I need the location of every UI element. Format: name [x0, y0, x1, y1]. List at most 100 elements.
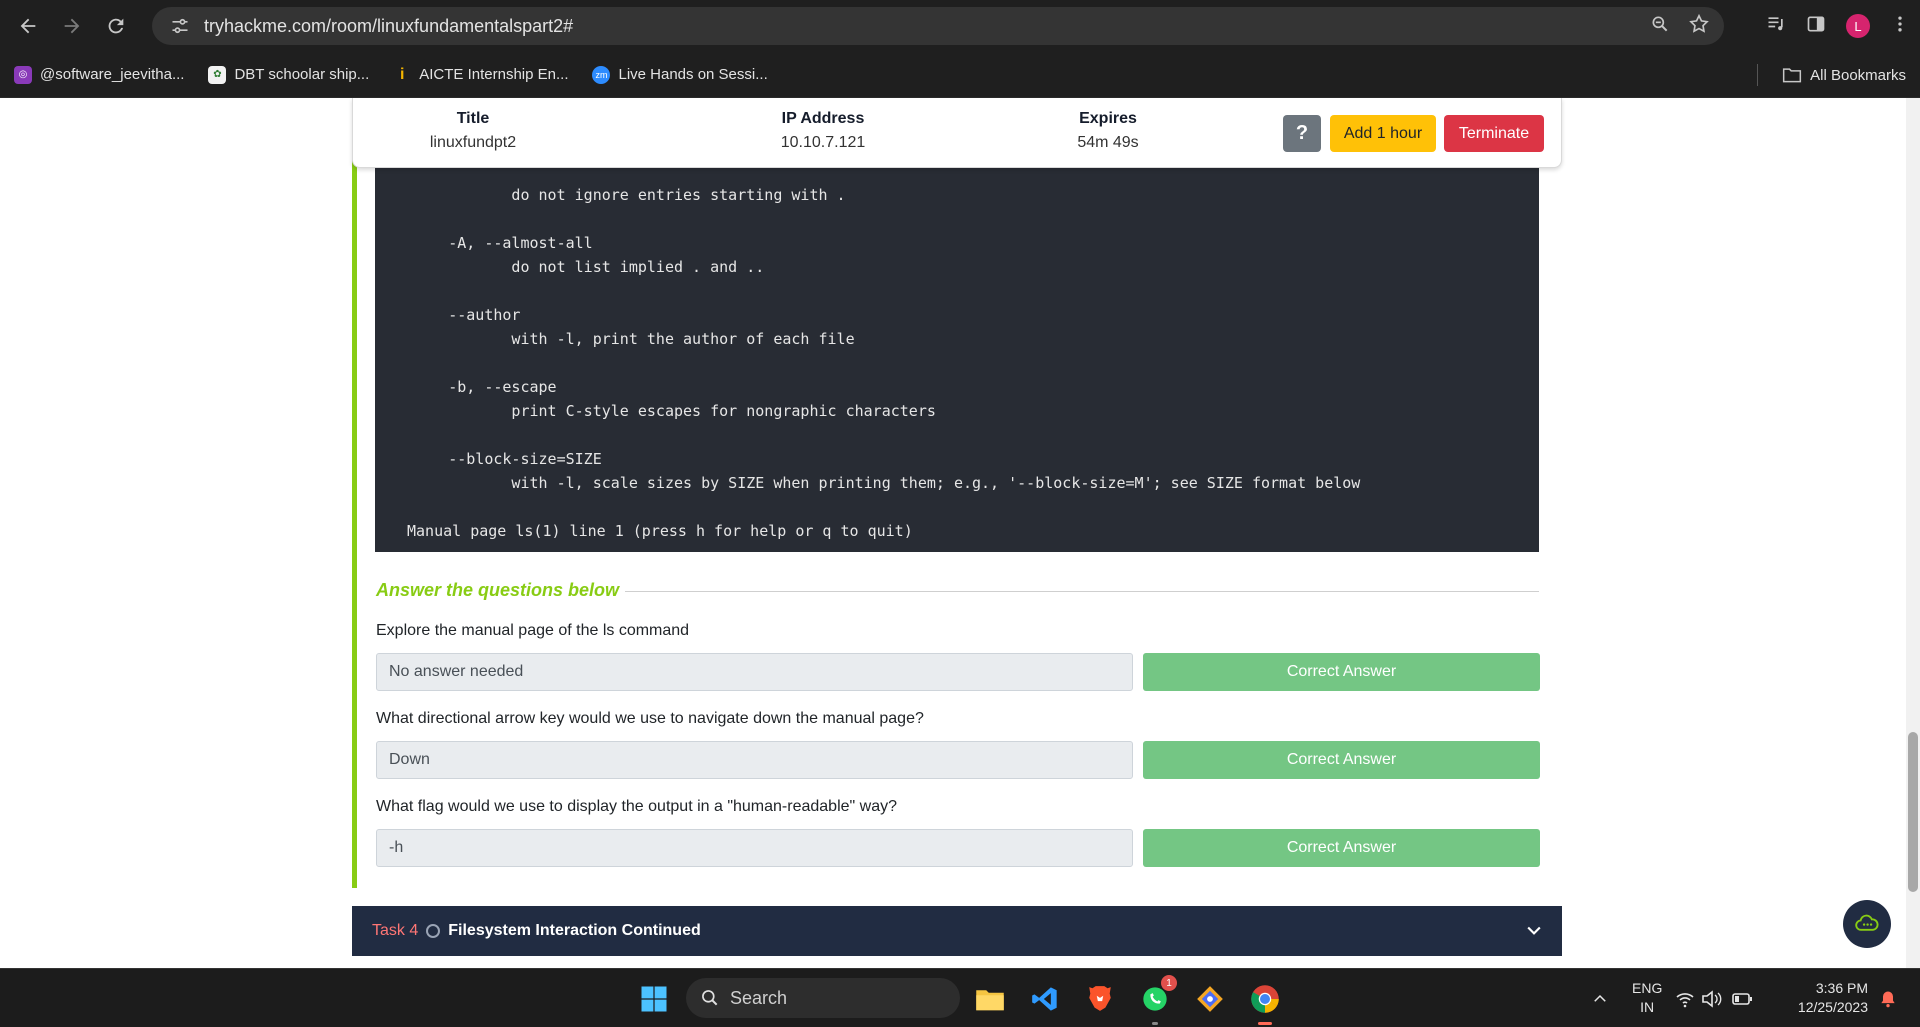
page-scrollbar[interactable] — [1906, 98, 1920, 968]
task-header-collapsed[interactable]: Task 4 Filesystem Interaction Continued — [352, 906, 1562, 956]
task-title: Filesystem Interaction Continued — [448, 922, 701, 939]
page-content: do not ignore entries starting with . -A… — [0, 98, 1920, 968]
terminal-line: print C-style escapes for nongraphic cha… — [385, 402, 936, 420]
running-indicator — [1152, 1022, 1158, 1025]
terminal-line: with -l, print the author of each file — [385, 330, 855, 348]
brave-browser-icon[interactable] — [1080, 979, 1120, 1019]
chat-button[interactable] — [1843, 900, 1891, 948]
terminal-line: with -l, scale sizes by SIZE when printi… — [385, 474, 1361, 492]
terminate-button[interactable]: Terminate — [1444, 115, 1544, 152]
instagram-icon: ◎ — [14, 65, 32, 84]
aicte-icon: i — [400, 65, 405, 83]
machine-title: Title linuxfundpt2 — [413, 110, 533, 152]
bookmarks-bar: ◎ @software_jeevitha... ✿ DBT schoolar s… — [0, 52, 1920, 98]
question-text: What flag would we use to display the ou… — [376, 798, 897, 815]
add-hour-button[interactable]: Add 1 hour — [1330, 115, 1436, 152]
chevron-down-icon[interactable] — [1524, 920, 1544, 945]
windows-taskbar: Search 1 ENG IN 3:36 PM 12/25/2023 — [0, 968, 1920, 1027]
zoom-icon: zm — [592, 65, 611, 84]
notification-badge: 1 — [1161, 975, 1177, 991]
divider — [1757, 64, 1758, 86]
title-value: linuxfundpt2 — [429, 134, 517, 151]
correct-answer-button[interactable]: Correct Answer — [1143, 741, 1540, 779]
time-text: 3:36 PM — [1815, 980, 1868, 996]
file-explorer-icon[interactable] — [970, 979, 1010, 1019]
terminal-line: do not ignore entries starting with . — [385, 186, 846, 204]
bookmark-item[interactable]: ◎ @software_jeevitha... — [14, 65, 185, 84]
machine-ip: IP Address 10.10.7.121 — [753, 110, 893, 152]
bookmark-star-icon[interactable] — [1688, 13, 1710, 40]
all-bookmarks-label: All Bookmarks — [1810, 66, 1906, 84]
bookmark-item[interactable]: i AICTE Internship En... — [393, 66, 568, 84]
expires-value: 54m 49s — [1077, 134, 1139, 151]
bookmark-label: Live Hands on Sessi... — [618, 66, 768, 83]
title-header: Title — [456, 110, 490, 127]
site-settings-icon[interactable] — [162, 16, 198, 36]
bookmark-label: @software_jeevitha... — [40, 66, 185, 83]
bookmark-label: AICTE Internship En... — [419, 66, 569, 83]
region-code: IN — [1640, 999, 1655, 1015]
address-bar[interactable]: tryhackme.com/room/linuxfundamentalspart… — [152, 7, 1724, 45]
emblem-icon: ✿ — [208, 65, 227, 84]
chrome-icon[interactable] — [1245, 979, 1285, 1025]
answer-heading: Answer the questions below — [376, 580, 620, 600]
search-icon — [702, 990, 718, 1006]
answer-field[interactable]: No answer needed — [376, 653, 1133, 691]
git-app-icon[interactable] — [1190, 979, 1230, 1019]
machine-expires: Expires 54m 49s — [1048, 110, 1168, 152]
folder-icon — [1783, 68, 1802, 83]
terminal-output: do not ignore entries starting with . -A… — [375, 158, 1539, 552]
profile-avatar[interactable]: L — [1846, 14, 1870, 38]
url-text[interactable]: tryhackme.com/room/linuxfundamentalspart… — [204, 16, 573, 37]
answer-field[interactable]: -h — [376, 829, 1133, 867]
divider — [625, 591, 1539, 592]
answer-field[interactable]: Down — [376, 741, 1133, 779]
correct-answer-button[interactable]: Correct Answer — [1143, 829, 1540, 867]
expires-header: Expires — [1079, 110, 1137, 127]
question-text: What directional arrow key would we use … — [376, 710, 924, 727]
side-panel-icon[interactable] — [1806, 14, 1826, 39]
windows-start-icon[interactable] — [634, 979, 674, 1019]
ip-value[interactable]: 10.10.7.121 — [753, 134, 893, 152]
bookmark-item[interactable]: zm Live Hands on Sessi... — [592, 65, 768, 84]
date-text: 12/25/2023 — [1797, 999, 1868, 1015]
all-bookmarks-button[interactable]: All Bookmarks — [1782, 52, 1906, 98]
task-status-circle-icon — [426, 924, 441, 938]
back-arrow-icon — [20, 18, 36, 34]
running-indicator — [1258, 1022, 1272, 1025]
forward-button[interactable] — [52, 6, 92, 46]
help-button[interactable]: ? — [1283, 115, 1321, 152]
chat-cloud-icon — [1855, 914, 1879, 931]
terminal-line: --block-size=SIZE — [385, 450, 602, 468]
media-controls-icon[interactable] — [1766, 14, 1786, 39]
bookmark-label: DBT schoolar ship... — [234, 66, 370, 83]
zoom-icon[interactable] — [1650, 14, 1670, 39]
terminal-line: -b, --escape — [385, 378, 557, 396]
taskbar-search[interactable]: Search — [686, 978, 960, 1018]
more-menu-icon[interactable] — [1890, 14, 1910, 39]
whatsapp-icon[interactable]: 1 — [1135, 975, 1177, 1025]
back-button[interactable] — [8, 6, 48, 46]
task-number: Task 4 — [372, 922, 419, 939]
vscode-icon[interactable] — [1025, 979, 1065, 1019]
clock[interactable]: 3:36 PM 12/25/2023 — [1780, 979, 1868, 1017]
chevron-up-icon[interactable] — [1580, 979, 1620, 1019]
reload-button[interactable] — [96, 6, 136, 46]
forward-arrow-icon — [64, 18, 80, 34]
question-text: Explore the manual page of the ls comman… — [376, 622, 690, 639]
correct-answer-button[interactable]: Correct Answer — [1143, 653, 1540, 691]
reload-icon — [108, 18, 124, 34]
language-code: ENG — [1632, 980, 1663, 996]
ip-header: IP Address — [781, 110, 865, 127]
bookmark-item[interactable]: ✿ DBT schoolar ship... — [208, 65, 370, 84]
machine-info-bar: Title linuxfundpt2 IP Address 10.10.7.12… — [352, 98, 1562, 168]
browser-toolbar: tryhackme.com/room/linuxfundamentalspart… — [0, 0, 1920, 52]
notification-bell-icon[interactable] — [1868, 979, 1908, 1019]
input-language[interactable]: ENG IN — [1632, 979, 1662, 1017]
terminal-line: --author — [385, 306, 521, 324]
scrollbar-thumb[interactable] — [1908, 732, 1918, 892]
search-label: Search — [730, 987, 788, 1008]
terminal-line: do not list implied . and .. — [385, 258, 765, 276]
system-tray-icons[interactable] — [1675, 979, 1755, 1019]
terminal-line: -A, --almost-all — [385, 234, 593, 252]
